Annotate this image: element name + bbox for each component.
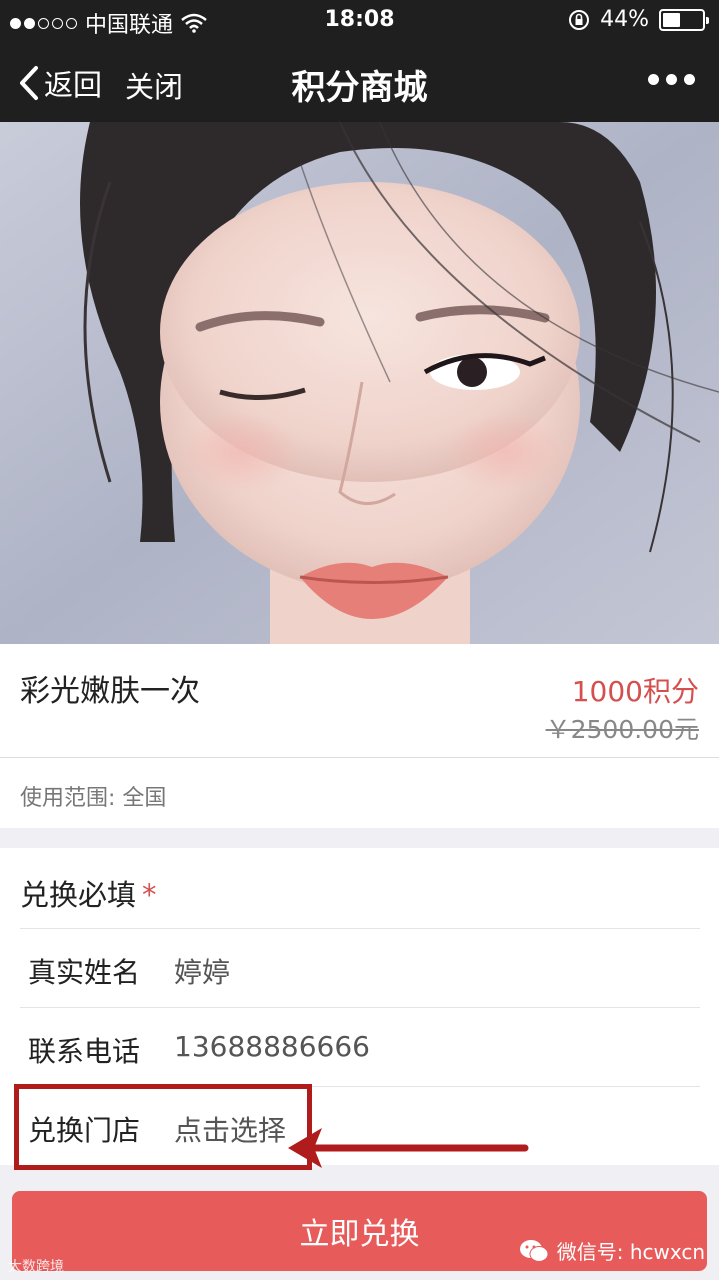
watermark-right: 微信号: hcwxcn bbox=[519, 1236, 705, 1265]
form-title: 兑换必填 * bbox=[20, 872, 157, 914]
product-name: 彩光嫩肤一次 bbox=[20, 674, 200, 709]
watermark-left: 大数跨境 bbox=[8, 1256, 64, 1276]
status-right: 44% bbox=[568, 7, 709, 32]
phone-field[interactable]: 联系电话 13688886666 bbox=[20, 1007, 700, 1086]
real-name-field[interactable]: 真实姓名 婷婷 bbox=[20, 928, 700, 1007]
product-info: 彩光嫩肤一次 1000积分 ￥2500.00元 bbox=[0, 644, 719, 758]
back-button[interactable]: 返回 bbox=[18, 62, 102, 104]
phone-input[interactable]: 13688886666 bbox=[174, 1030, 370, 1063]
required-mark: * bbox=[142, 878, 157, 912]
annotation-arrow-icon bbox=[288, 1128, 529, 1168]
battery-percent: 44% bbox=[600, 7, 649, 32]
close-button[interactable]: 关闭 bbox=[125, 64, 183, 106]
battery-level bbox=[663, 12, 680, 27]
field-label: 联系电话 bbox=[28, 1035, 141, 1068]
annotation-highlight-box bbox=[14, 1084, 312, 1170]
battery-icon bbox=[659, 8, 709, 31]
form-title-text: 兑换必填 bbox=[20, 878, 137, 912]
back-label: 返回 bbox=[44, 68, 103, 102]
product-points: 1000积分 bbox=[571, 675, 699, 708]
orientation-lock-icon bbox=[569, 9, 590, 30]
page-title: 积分商城 bbox=[291, 68, 428, 108]
product-image bbox=[0, 122, 719, 644]
more-dots-icon[interactable] bbox=[648, 74, 695, 85]
watermark-right-text: 微信号: hcwxcn bbox=[556, 1240, 705, 1264]
usage-scope-row: 使用范围: 全国 bbox=[0, 758, 719, 828]
wechat-icon bbox=[519, 1239, 549, 1262]
nav-bar: 返回 关闭 积分商城 bbox=[0, 40, 719, 122]
portrait-photo bbox=[0, 122, 719, 644]
status-bar: 中国联通 18:08 44% bbox=[0, 0, 719, 40]
watermark-left-text: 大数跨境 bbox=[8, 1259, 64, 1275]
chevron-left-icon bbox=[20, 66, 38, 100]
field-label: 真实姓名 bbox=[28, 956, 141, 989]
real-name-input[interactable]: 婷婷 bbox=[174, 951, 230, 991]
original-price: ￥2500.00元 bbox=[545, 715, 699, 744]
usage-scope: 使用范围: 全国 bbox=[20, 786, 167, 811]
